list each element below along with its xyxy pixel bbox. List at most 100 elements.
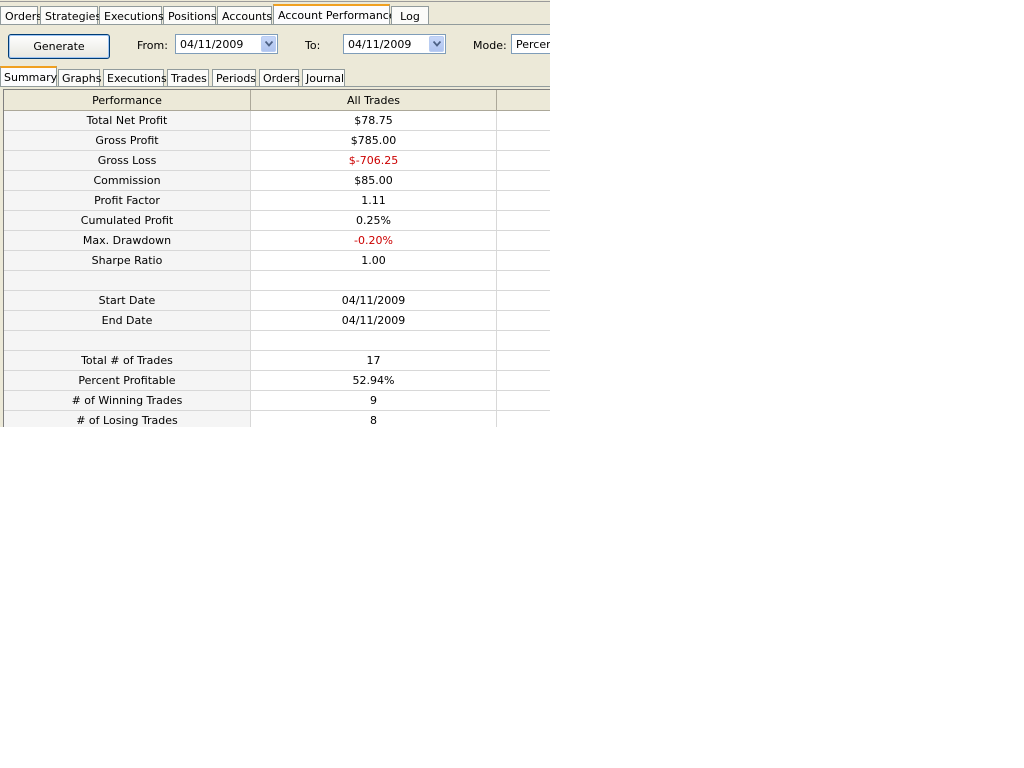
table-row[interactable]: # of Winning Trades 9 <box>4 391 550 411</box>
metric-value: $-706.25 <box>251 151 497 171</box>
column-header-extra[interactable] <box>497 90 550 111</box>
column-header-performance[interactable]: Performance <box>4 90 251 111</box>
tab-journal[interactable]: Journal <box>302 69 345 87</box>
extra-cell <box>497 211 550 231</box>
metric-value: 0.25% <box>251 211 497 231</box>
table-row[interactable]: Cumulated Profit 0.25% <box>4 211 550 231</box>
account-performance-window: Orders Strategies Executions Positions A… <box>0 0 550 427</box>
extra-cell <box>497 291 550 311</box>
metric-label: Max. Drawdown <box>4 231 251 251</box>
extra-cell <box>497 231 550 251</box>
metric-label: Profit Factor <box>4 191 251 211</box>
tab-orders[interactable]: Orders <box>0 6 42 25</box>
extra-cell <box>497 311 550 331</box>
extra-cell <box>497 371 550 391</box>
table-row[interactable]: Start Date 04/11/2009 <box>4 291 550 311</box>
mode-select[interactable]: Percen <box>511 34 550 54</box>
tab-trades[interactable]: Trades <box>167 69 209 87</box>
extra-cell <box>497 191 550 211</box>
metric-value: 04/11/2009 <box>251 311 497 331</box>
metric-label: End Date <box>4 311 251 331</box>
extra-cell <box>497 111 550 131</box>
metric-value: $85.00 <box>251 171 497 191</box>
tab-executions-report[interactable]: Executions <box>103 69 167 87</box>
grid-header: Performance All Trades <box>4 90 550 111</box>
chevron-down-icon[interactable] <box>429 36 444 52</box>
metric-label: Gross Loss <box>4 151 251 171</box>
from-date-value: 04/11/2009 <box>180 38 244 51</box>
table-row[interactable]: Sharpe Ratio 1.00 <box>4 251 550 271</box>
metric-value <box>251 331 497 351</box>
metric-label: # of Losing Trades <box>4 411 251 427</box>
metric-label: Sharpe Ratio <box>4 251 251 271</box>
metric-value <box>251 271 497 291</box>
metric-label: Percent Profitable <box>4 371 251 391</box>
metric-value: $785.00 <box>251 131 497 151</box>
tab-log[interactable]: Log <box>391 6 429 25</box>
table-row[interactable]: Commission $85.00 <box>4 171 550 191</box>
tab-periods[interactable]: Periods <box>212 69 256 87</box>
generate-button[interactable]: Generate <box>8 34 110 59</box>
chevron-down-icon[interactable] <box>261 36 276 52</box>
tab-executions[interactable]: Executions <box>99 6 164 25</box>
metric-label: Total Net Profit <box>4 111 251 131</box>
metric-value: 52.94% <box>251 371 497 391</box>
tab-positions[interactable]: Positions <box>163 6 217 25</box>
from-label: From: <box>137 39 168 52</box>
tab-orders-report[interactable]: Orders <box>259 69 300 87</box>
metric-label <box>4 271 251 291</box>
extra-cell <box>497 351 550 371</box>
metric-value: 8 <box>251 411 497 427</box>
table-row[interactable] <box>4 271 550 291</box>
tab-account-performance[interactable]: Account Performance <box>273 4 396 25</box>
report-tab-bar: Summary Graphs Executions Trades Periods… <box>0 66 550 87</box>
metric-value: -0.20% <box>251 231 497 251</box>
to-date-value: 04/11/2009 <box>348 38 412 51</box>
mode-label: Mode: <box>473 39 507 52</box>
mode-value: Percen <box>516 38 550 51</box>
metric-value: 04/11/2009 <box>251 291 497 311</box>
metric-label: Total # of Trades <box>4 351 251 371</box>
metric-label <box>4 331 251 351</box>
table-row[interactable]: Total Net Profit $78.75 <box>4 111 550 131</box>
extra-cell <box>497 251 550 271</box>
table-row[interactable]: End Date 04/11/2009 <box>4 311 550 331</box>
column-header-all-trades[interactable]: All Trades <box>251 90 497 111</box>
table-row[interactable]: # of Losing Trades 8 <box>4 411 550 427</box>
report-toolbar: Generate From: 04/11/2009 To: 04/11/2009… <box>0 26 550 66</box>
metric-label: Gross Profit <box>4 131 251 151</box>
performance-grid[interactable]: Performance All Trades Total Net Profit $… <box>3 89 550 427</box>
tab-strategies[interactable]: Strategies <box>40 6 101 25</box>
metric-label: Start Date <box>4 291 251 311</box>
table-row[interactable]: Gross Loss $-706.25 <box>4 151 550 171</box>
report-tab-divider <box>0 86 550 87</box>
window-top-border <box>0 1 550 2</box>
metric-label: Cumulated Profit <box>4 211 251 231</box>
to-date-select[interactable]: 04/11/2009 <box>343 34 446 54</box>
tab-summary[interactable]: Summary <box>0 66 57 87</box>
main-tab-bar: Orders Strategies Executions Positions A… <box>0 4 550 25</box>
metric-value: 17 <box>251 351 497 371</box>
metric-value: $78.75 <box>251 111 497 131</box>
from-date-select[interactable]: 04/11/2009 <box>175 34 278 54</box>
table-row[interactable]: Max. Drawdown -0.20% <box>4 231 550 251</box>
table-row[interactable] <box>4 331 550 351</box>
tab-accounts[interactable]: Accounts <box>217 6 272 25</box>
table-row[interactable]: Total # of Trades 17 <box>4 351 550 371</box>
table-row[interactable]: Profit Factor 1.11 <box>4 191 550 211</box>
extra-cell <box>497 171 550 191</box>
metric-label: # of Winning Trades <box>4 391 251 411</box>
table-row[interactable]: Percent Profitable 52.94% <box>4 371 550 391</box>
metric-value: 1.11 <box>251 191 497 211</box>
metric-value: 9 <box>251 391 497 411</box>
to-label: To: <box>305 39 321 52</box>
metric-label: Commission <box>4 171 251 191</box>
table-row[interactable]: Gross Profit $785.00 <box>4 131 550 151</box>
metric-value: 1.00 <box>251 251 497 271</box>
tab-graphs[interactable]: Graphs <box>58 69 101 87</box>
extra-cell <box>497 271 550 291</box>
extra-cell <box>497 411 550 427</box>
extra-cell <box>497 391 550 411</box>
extra-cell <box>497 331 550 351</box>
extra-cell <box>497 131 550 151</box>
